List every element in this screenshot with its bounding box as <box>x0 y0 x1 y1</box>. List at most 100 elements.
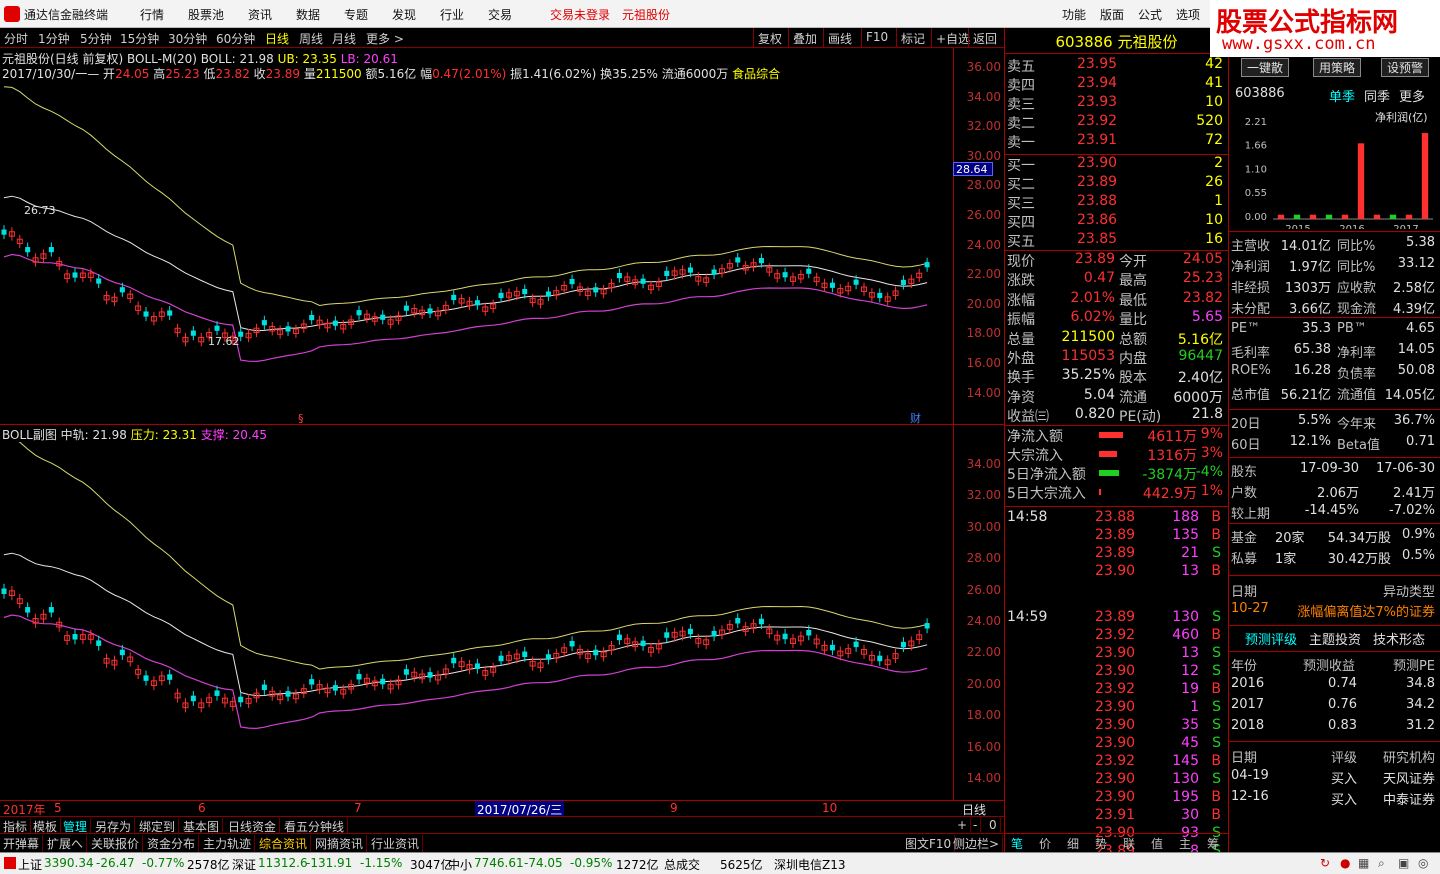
search-icon[interactable]: ⌕ <box>1378 856 1385 871</box>
quote-tab[interactable]: 主 <box>1179 835 1191 852</box>
fin-label: 净利润 <box>1231 260 1271 275</box>
price-tick: 22.00 <box>966 267 1001 282</box>
sector-value: 食品综合 <box>732 67 781 81</box>
tick-price: 23.90 <box>1095 699 1136 715</box>
stat-value: 5.04 <box>1083 386 1115 403</box>
quote-tab[interactable]: 势 <box>1095 835 1107 852</box>
zoom-out-button[interactable]: - <box>970 818 982 832</box>
period-1min[interactable]: 1分钟 <box>38 30 70 47</box>
candle-body <box>806 268 812 274</box>
stat-row: 总量 211500 总额 5.16亿 <box>1005 329 1227 348</box>
quote-tab[interactable]: 价 <box>1039 835 1051 852</box>
menu-layout[interactable]: 版面 <box>1100 6 1124 23</box>
menu-formula[interactable]: 公式 <box>1138 6 1162 23</box>
sidebar-toggle[interactable]: 侧边栏> <box>950 835 1004 852</box>
tab-related-quote[interactable]: 关联报价 <box>88 835 144 852</box>
fc-header-row: 年份 预测收益 预测PE <box>1231 654 1439 674</box>
f10-graphic-button[interactable]: 图文F10 <box>902 835 956 852</box>
menu-trade[interactable]: 交易 <box>488 6 512 23</box>
tab-fund-distribution[interactable]: 资金分布 <box>144 835 200 852</box>
quote-tab[interactable]: 细 <box>1067 835 1079 852</box>
quote-tab[interactable]: 筹 <box>1207 835 1219 852</box>
overlay-button[interactable]: 叠加 <box>788 28 821 47</box>
alarm-icon[interactable]: ● <box>1340 856 1350 870</box>
candle-body <box>498 655 504 662</box>
one-click-button[interactable]: 一键散 <box>1241 58 1290 77</box>
menu-data[interactable]: 数据 <box>296 6 320 23</box>
tab-main-track[interactable]: 主力轨迹 <box>200 835 256 852</box>
period-30min[interactable]: 30分钟 <box>168 30 207 47</box>
period-60min[interactable]: 60分钟 <box>216 30 255 47</box>
candle-body <box>664 632 670 638</box>
high-label: 高 <box>153 67 166 81</box>
tab-quarter[interactable]: 单季 <box>1329 86 1355 105</box>
tick-row: 23.90 1 S <box>1005 699 1227 718</box>
fc-eps: 0.74 <box>1328 676 1357 691</box>
stat-row: 收益㈢ 0.820 PE(动) 21.8 <box>1005 406 1227 425</box>
candle-body <box>96 640 102 646</box>
menu-discover[interactable]: 发现 <box>392 6 416 23</box>
menu-quote[interactable]: 行情 <box>140 6 164 23</box>
stat-label: 换手 <box>1007 370 1035 387</box>
boll-sub-chart[interactable] <box>0 442 953 800</box>
forecast-tab[interactable]: 预测评级 <box>1245 629 1297 648</box>
period-weekly[interactable]: 周线 <box>299 30 323 47</box>
strategy-button[interactable]: 用策略 <box>1313 58 1362 77</box>
quote-tab[interactable]: 值 <box>1151 835 1163 852</box>
quote-tab[interactable]: 笔 <box>1011 835 1023 852</box>
draw-button[interactable]: 画线 <box>823 28 856 47</box>
zoom-in-button[interactable]: + <box>954 818 972 832</box>
tab-same-quarter[interactable]: 同季 <box>1364 86 1390 105</box>
candle-body <box>900 641 906 648</box>
refresh-icon[interactable]: ↻ <box>1320 856 1330 870</box>
period-5min[interactable]: 5分钟 <box>80 30 112 47</box>
zoom-reset-button[interactable]: 0 <box>986 818 1001 832</box>
ask-level: 卖四 <box>1007 78 1035 94</box>
settings-icon[interactable]: ◎ <box>1418 856 1428 870</box>
menu-topics[interactable]: 专题 <box>344 6 368 23</box>
main-candlestick-chart[interactable]: 26.7317.62§ 财 <box>0 80 953 425</box>
price-tick: 32.00 <box>966 488 1001 503</box>
forecast-tab[interactable]: 主题投资 <box>1309 629 1361 648</box>
sh-value: 3390.34 <box>44 856 94 870</box>
flow-label: 5日净流入额 <box>1007 467 1086 483</box>
lock-icon[interactable]: ▣ <box>1398 856 1409 870</box>
tab-danmaku[interactable]: 开弹幕 <box>0 835 44 852</box>
menu-stock-pool[interactable]: 股票池 <box>188 6 224 23</box>
tick-price: 23.90 <box>1095 771 1136 787</box>
tab-news[interactable]: 综合资讯 <box>256 835 312 852</box>
perf-value: 5.5% <box>1297 413 1331 428</box>
menu-options[interactable]: 选项 <box>1176 6 1200 23</box>
forecast-tab[interactable]: 技术形态 <box>1373 629 1425 648</box>
period-more[interactable]: 更多 > <box>366 30 404 47</box>
alert-button[interactable]: 设预警 <box>1381 58 1430 77</box>
period-monthly[interactable]: 月线 <box>332 30 356 47</box>
tick-row: 23.89 21 S <box>1005 545 1227 564</box>
f10-button[interactable]: F10 <box>861 28 892 47</box>
grid-icon[interactable]: ▦ <box>1358 856 1369 870</box>
menu-news[interactable]: 资讯 <box>248 6 272 23</box>
login-status[interactable]: 交易未登录 <box>550 6 610 23</box>
period-15min[interactable]: 15分钟 <box>120 30 159 47</box>
vol-label: 量 <box>303 67 316 81</box>
adjust-button[interactable]: 复权 <box>753 28 786 47</box>
stat-value: 25.23 <box>1182 270 1223 287</box>
quote-tab[interactable]: 联 <box>1123 835 1135 852</box>
performance-summary: 20日 5.5% 今年来 36.7% 60日 12.1% Beta值 0.71 <box>1229 409 1440 453</box>
profit-bar <box>1293 214 1301 219</box>
tab-more[interactable]: 更多 <box>1399 86 1425 105</box>
menu-industry[interactable]: 行业 <box>440 6 464 23</box>
menu-function[interactable]: 功能 <box>1062 6 1086 23</box>
sub-price-axis: 34.00 32.00 30.00 28.00 26.00 24.00 22.00 20.00… <box>953 425 1003 800</box>
finance-mark[interactable]: 财 <box>910 411 921 425</box>
tab-web-news[interactable]: 网摘资讯 <box>312 835 368 852</box>
tab-industry-news[interactable]: 行业资讯 <box>368 835 424 852</box>
tab-expand[interactable]: 扩展へ <box>44 835 88 852</box>
period-timeshare[interactable]: 分时 <box>4 30 28 47</box>
back-button[interactable]: 返回 <box>968 28 1001 47</box>
tick-price: 23.90 <box>1095 789 1136 805</box>
tick-volume: 45 <box>1181 735 1199 751</box>
mark-button[interactable]: 标记 <box>896 28 929 47</box>
flow-label: 净流入额 <box>1007 429 1063 445</box>
period-daily[interactable]: 日线 <box>265 30 289 47</box>
